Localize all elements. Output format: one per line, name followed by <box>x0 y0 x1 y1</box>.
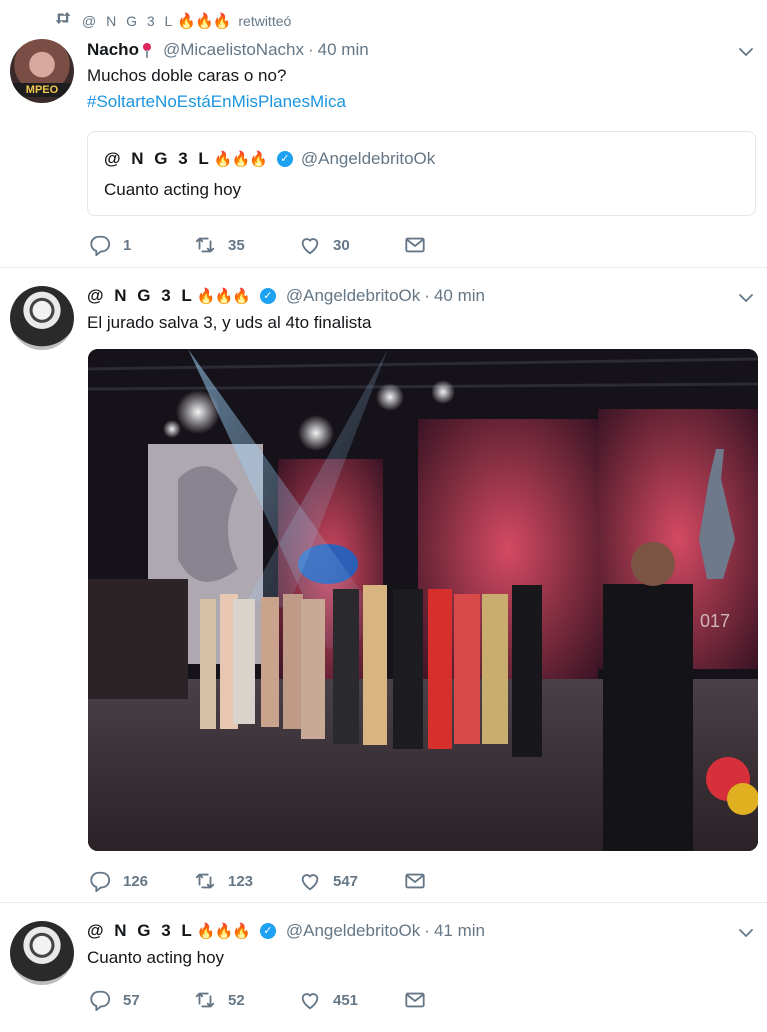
fire-emoji: 🔥🔥🔥 <box>213 151 268 168</box>
timestamp[interactable]: 40 min <box>434 286 485 306</box>
verified-icon: ✓ <box>259 923 276 939</box>
user-handle[interactable]: @MicaelistoNachx <box>163 40 304 60</box>
location-pin-icon <box>142 43 151 58</box>
hashtag-link[interactable]: #SoltarteNoEstáEnMisPlanesMica <box>87 92 346 112</box>
like-button[interactable]: 547 <box>299 870 404 892</box>
separator: · <box>308 40 314 59</box>
retweet-context: @ N G 3 L 🔥🔥🔥 retwitteó <box>54 11 291 30</box>
reply-button[interactable]: 57 <box>89 989 194 1011</box>
like-button[interactable]: 30 <box>299 234 404 256</box>
direct-message-icon <box>405 992 425 1008</box>
quoted-display-name: @ N G 3 L <box>104 149 212 168</box>
retweet-button[interactable]: 35 <box>194 234 299 256</box>
separator: · <box>424 921 430 940</box>
chevron-down-icon[interactable] <box>737 289 755 307</box>
fire-emoji: 🔥🔥🔥 <box>196 288 251 305</box>
tweet[interactable]: @ N G 3 L 🔥🔥🔥 ✓ @AngeldebritoOk · 41 min… <box>0 903 767 1032</box>
reply-button[interactable]: 1 <box>89 234 194 256</box>
like-icon <box>301 238 319 255</box>
avatar[interactable] <box>10 286 74 350</box>
direct-message-icon <box>405 873 425 889</box>
direct-message-button[interactable] <box>404 234 509 256</box>
avatar-banner-text: MPEO <box>10 83 74 97</box>
tweet-actions: 57 52 451 <box>89 989 509 1011</box>
retweet-count: 123 <box>228 872 254 890</box>
tweet-actions: 126 123 547 <box>89 870 509 892</box>
timestamp[interactable]: 40 min <box>318 40 369 60</box>
stage-photo: 017 <box>88 349 758 851</box>
tweet-header: @ N G 3 L 🔥🔥🔥 ✓ @AngeldebritoOk · 40 min <box>87 286 485 306</box>
tweet-header: @ N G 3 L 🔥🔥🔥 ✓ @AngeldebritoOk · 41 min <box>87 921 485 941</box>
chevron-down-icon[interactable] <box>737 43 755 61</box>
like-icon <box>301 993 319 1010</box>
quoted-tweet-header: @ N G 3 L 🔥🔥🔥 ✓ @AngeldebritoOk <box>104 149 435 169</box>
like-count: 30 <box>333 236 350 254</box>
tweet-text: Cuanto acting hoy <box>87 948 225 967</box>
retweet-count: 52 <box>228 991 245 1009</box>
quoted-tweet[interactable]: @ N G 3 L 🔥🔥🔥 ✓ @AngeldebritoOk Cuanto a… <box>87 131 756 216</box>
fire-emoji: 🔥🔥🔥 <box>196 923 251 940</box>
tweet[interactable]: @ N G 3 L 🔥🔥🔥 ✓ @AngeldebritoOk · 40 min… <box>0 268 767 903</box>
retweet-icon <box>195 237 215 253</box>
reply-icon <box>90 871 111 892</box>
tweet-photo[interactable]: 017 <box>88 349 758 851</box>
reply-icon <box>90 990 111 1011</box>
fire-emoji: 🔥🔥🔥 <box>177 12 231 30</box>
direct-message-icon <box>405 237 425 253</box>
retweet-icon <box>195 873 215 889</box>
avatar[interactable] <box>10 921 74 985</box>
direct-message-button[interactable] <box>404 870 509 892</box>
retweet-icon <box>195 992 215 1008</box>
retweet-icon <box>54 11 72 30</box>
like-count: 547 <box>333 872 359 890</box>
display-name[interactable]: Nacho <box>87 40 139 60</box>
retweeter-name[interactable]: @ N G 3 L <box>82 13 175 29</box>
retweet-button[interactable]: 123 <box>194 870 299 892</box>
chevron-down-icon[interactable] <box>737 924 755 942</box>
retweet-button[interactable]: 52 <box>194 989 299 1011</box>
display-name[interactable]: @ N G 3 L <box>87 286 195 306</box>
reply-count: 126 <box>123 872 149 890</box>
reply-count: 57 <box>123 991 140 1009</box>
like-button[interactable]: 451 <box>299 989 404 1011</box>
stage-year-text: 017 <box>700 611 730 631</box>
direct-message-button[interactable] <box>404 989 509 1011</box>
reply-icon <box>90 235 111 256</box>
retweet-label: retwitteó <box>238 12 292 29</box>
tweet-text: Muchos doble caras o no? <box>87 66 287 85</box>
user-handle[interactable]: @AngeldebritoOk <box>286 286 420 306</box>
user-handle[interactable]: @AngeldebritoOk <box>286 921 420 941</box>
reply-button[interactable]: 126 <box>89 870 194 892</box>
retweet-count: 35 <box>228 236 245 254</box>
tweet-actions: 1 35 30 <box>89 234 509 256</box>
separator: · <box>424 286 430 305</box>
avatar[interactable]: MPEO <box>10 39 74 103</box>
timestamp[interactable]: 41 min <box>434 921 485 941</box>
like-count: 451 <box>333 991 359 1009</box>
display-name[interactable]: @ N G 3 L <box>87 921 195 941</box>
verified-icon: ✓ <box>276 151 293 167</box>
verified-icon: ✓ <box>259 288 276 304</box>
tweet-header: Nacho @MicaelistoNachx · 40 min <box>87 40 369 60</box>
like-icon <box>301 874 319 891</box>
tweet[interactable]: @ N G 3 L 🔥🔥🔥 retwitteó MPEO Nacho @Mica… <box>0 0 767 268</box>
reply-count: 1 <box>123 236 132 254</box>
tweet-text: El jurado salva 3, y uds al 4to finalist… <box>87 313 372 332</box>
quoted-handle: @AngeldebritoOk <box>300 149 436 168</box>
quoted-tweet-text: Cuanto acting hoy <box>104 180 242 199</box>
